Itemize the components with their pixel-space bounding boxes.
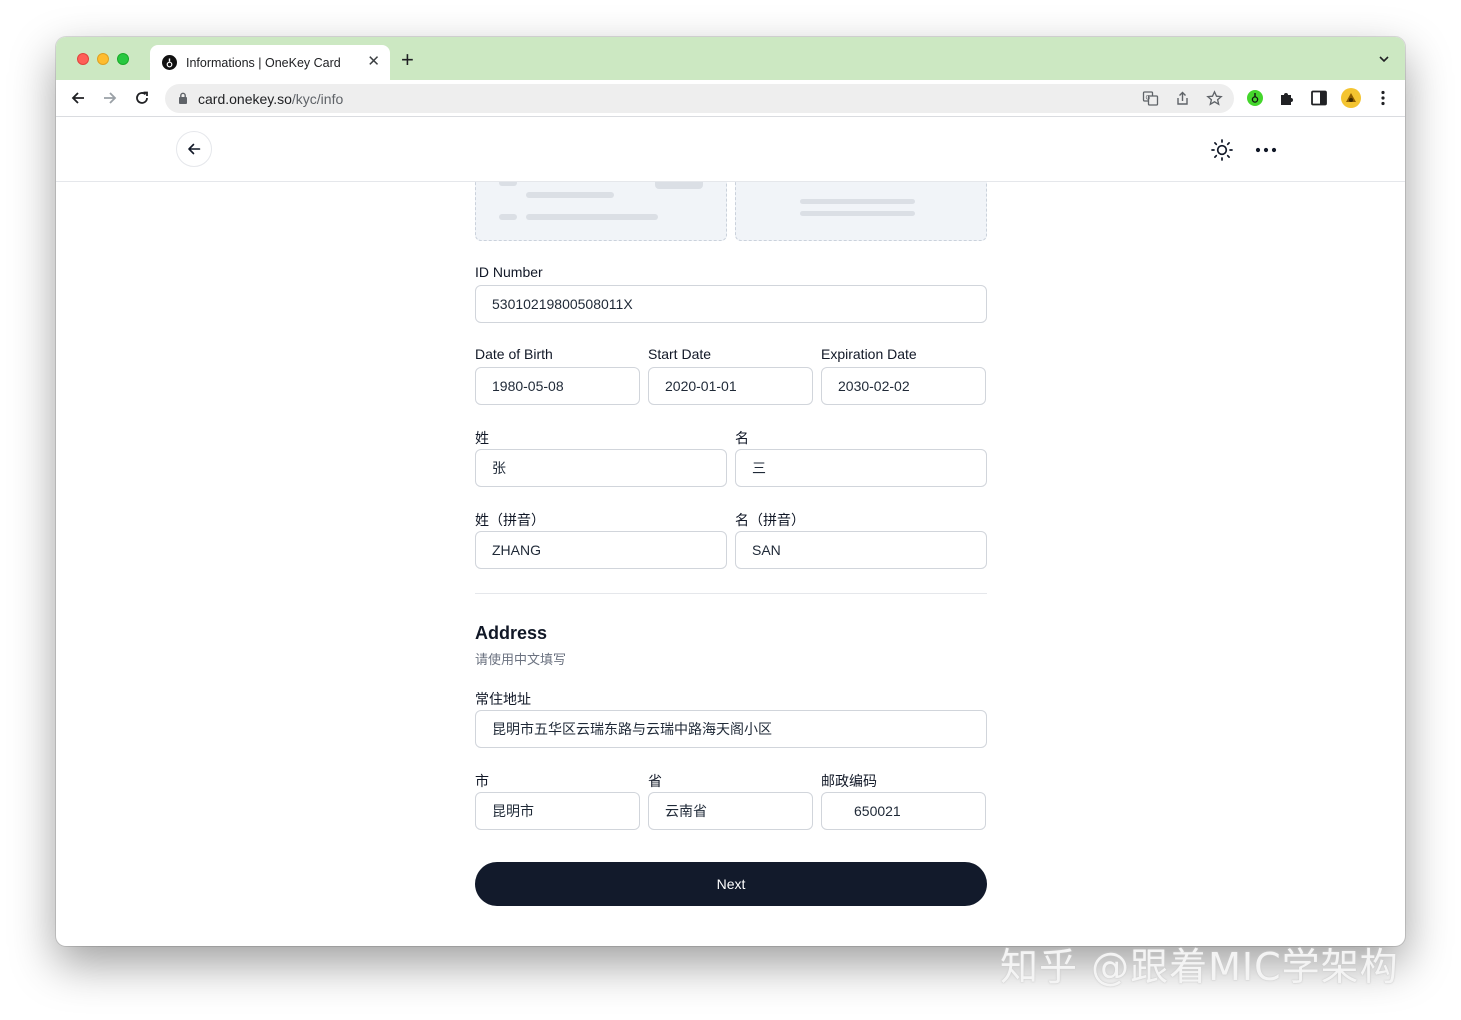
section-divider [475, 593, 987, 594]
surname-input[interactable]: 张 [475, 449, 727, 487]
close-window-button[interactable] [77, 53, 89, 65]
svg-text:G: G [1146, 95, 1151, 102]
arrow-left-icon [188, 143, 201, 155]
watermark-text: 知乎 @跟着MIC学架构 [1000, 945, 1399, 989]
next-button[interactable]: Next [475, 862, 987, 906]
reload-icon[interactable] [133, 89, 151, 107]
postal-code-label: 邮政编码 [821, 773, 877, 789]
browser-tab-active[interactable]: Informations | OneKey Card ✕ [150, 45, 390, 80]
address-section-title: Address [475, 623, 548, 643]
id-number-label: ID Number [475, 264, 543, 280]
placeholder-bar [526, 192, 614, 198]
expiration-date-input[interactable]: 2030-02-02 [821, 367, 986, 405]
url-host: card.onekey.so [198, 90, 292, 107]
placeholder-bar [526, 214, 658, 220]
placeholder-bar [800, 199, 915, 204]
app-header [56, 117, 1405, 182]
surname-label: 姓 [475, 430, 489, 446]
onekey-favicon-icon [162, 55, 177, 70]
zoom-window-button[interactable] [117, 53, 129, 65]
minimize-window-button[interactable] [97, 53, 109, 65]
dob-label: Date of Birth [475, 346, 553, 362]
address-bar[interactable]: card.onekey.so/kyc/info G [165, 84, 1234, 113]
given-name-input[interactable]: 三 [735, 449, 987, 487]
bookmark-star-icon[interactable] [1206, 90, 1223, 107]
dob-input[interactable]: 1980-05-08 [475, 367, 640, 405]
placeholder-bar [800, 211, 915, 216]
back-arrow-icon[interactable] [69, 89, 87, 107]
browser-toolbar: card.onekey.so/kyc/info G [56, 80, 1405, 117]
given-name-label: 名 [735, 430, 749, 446]
chrome-menu-icon[interactable] [1374, 89, 1392, 107]
expiration-date-label: Expiration Date [821, 346, 917, 362]
city-label: 市 [475, 773, 489, 789]
back-button[interactable] [176, 131, 212, 167]
lock-icon [179, 92, 187, 104]
profile-avatar-icon[interactable] [1340, 87, 1362, 109]
translate-icon[interactable]: G [1142, 90, 1159, 107]
more-options-icon[interactable] [1254, 138, 1278, 162]
surname-pinyin-label: 姓（拼音） [475, 512, 545, 528]
start-date-label: Start Date [648, 346, 712, 362]
placeholder-bar [499, 214, 517, 220]
placeholder-photo [655, 182, 703, 189]
browser-window: Informations | OneKey Card ✕ + card.onek… [56, 37, 1405, 946]
forward-arrow-icon[interactable] [101, 89, 119, 107]
given-name-pinyin-label: 名（拼音） [735, 512, 805, 528]
tab-close-icon[interactable]: ✕ [367, 54, 380, 70]
postal-code-input[interactable]: 650021 [821, 792, 986, 830]
sun-icon[interactable] [1210, 138, 1234, 162]
start-date-input[interactable]: 2020-01-01 [648, 367, 813, 405]
puzzle-extensions-icon[interactable] [1278, 89, 1296, 107]
province-input[interactable]: 云南省 [648, 792, 813, 830]
id-number-input[interactable]: 53010219800508011X [475, 285, 987, 323]
placeholder-bar [499, 182, 517, 186]
street-address-input[interactable]: 昆明市五华区云瑞东路与云瑞中路海天阁小区 [475, 710, 987, 748]
onekey-extension-icon[interactable] [1246, 89, 1264, 107]
city-input[interactable]: 昆明市 [475, 792, 640, 830]
url-path: /kyc/info [291, 90, 344, 107]
side-panel-icon[interactable] [1310, 89, 1328, 107]
surname-pinyin-input[interactable]: ZHANG [475, 531, 727, 569]
chevron-down-icon[interactable] [1377, 52, 1391, 66]
tab-strip: Informations | OneKey Card ✕ + [56, 37, 1405, 80]
new-tab-icon[interactable]: + [401, 49, 414, 71]
tab-title: Informations | OneKey Card [186, 55, 341, 70]
share-icon[interactable] [1174, 90, 1191, 107]
street-address-label: 常住地址 [475, 691, 531, 707]
given-name-pinyin-input[interactable]: SAN [735, 531, 987, 569]
address-section-subtitle: 请使用中文填写 [475, 652, 567, 667]
id-card-back-upload[interactable] [735, 182, 987, 241]
kyc-form: ID Number 53010219800508011X Date of Bir… [56, 182, 1405, 946]
id-card-front-upload[interactable] [475, 182, 727, 241]
province-label: 省 [648, 773, 662, 789]
